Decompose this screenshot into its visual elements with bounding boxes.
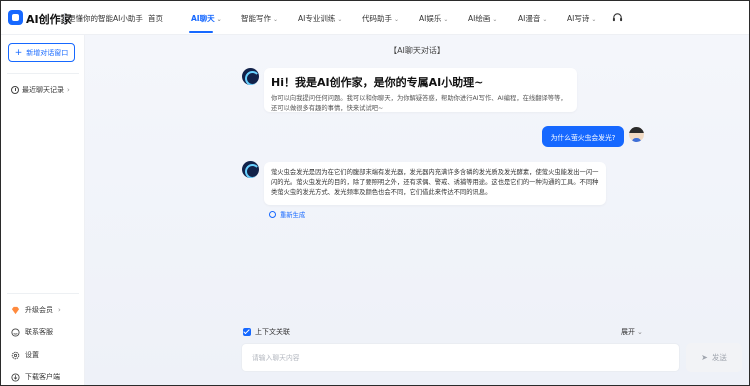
sidebar-item-label: 联系客服 [25, 328, 53, 336]
refresh-icon [269, 211, 276, 218]
expand-toggle[interactable]: 展开 ⌄ [621, 327, 643, 337]
headset-icon[interactable] [612, 12, 623, 23]
greeting-title: Hi！我是AI创作家，是你的专属AI小助理~ [271, 76, 484, 89]
user-message: 为什么萤火虫会发光? [542, 126, 624, 147]
nav-item-ai-training[interactable]: AI专业训练 ⌄ [298, 13, 342, 24]
logo-icon [8, 10, 23, 25]
chevron-down-icon: ⌄ [591, 16, 597, 23]
top-nav-bar: AI创作家 更懂你的智能AI小助手 首页 AI聊天 ⌄ 智能写作 ⌄ AI专业训练 ⌄… [1, 1, 749, 35]
sidebar-item-label: 设置 [25, 351, 39, 359]
context-toggle[interactable]: 上下文关联 [243, 327, 290, 337]
chevron-down-icon: ⌄ [443, 16, 449, 23]
sidebar-item-download[interactable]: 下载客户端 [11, 372, 60, 382]
chevron-down-icon: ⌄ [492, 16, 498, 23]
chevron-down-icon: ⌄ [542, 16, 548, 23]
recent-chats-label: 最近聊天记录 [22, 86, 64, 94]
nav-item-ai-poetry[interactable]: AI写诗 ⌄ [567, 13, 596, 24]
plus-icon: + [14, 47, 23, 58]
app-window: AI创作家 更懂你的智能AI小助手 首页 AI聊天 ⌄ 智能写作 ⌄ AI专业训练 ⌄… [0, 0, 750, 386]
greeting-message: Hi！我是AI创作家，是你的专属AI小助理~ 你可以向我提问任何问题。我可以和你… [264, 68, 577, 112]
sidebar-item-settings[interactable]: 设置 [11, 350, 39, 360]
expand-label: 展开 [621, 328, 635, 336]
sidebar-item-support[interactable]: 联系客服 [11, 327, 53, 337]
chevron-down-icon: ⌄ [216, 16, 222, 23]
chat-input-container [241, 343, 680, 372]
nav-item-smart-writing[interactable]: 智能写作 ⌄ [241, 13, 278, 24]
clock-icon [11, 86, 19, 94]
recent-chats-toggle[interactable]: 最近聊天记录 › [11, 85, 70, 95]
download-icon [11, 372, 20, 382]
chevron-right-icon: › [67, 86, 70, 94]
send-label: 发送 [711, 353, 727, 362]
logo-divider [64, 13, 65, 23]
send-icon: ➤ [701, 353, 708, 362]
sidebar-item-label: 升级会员 [25, 306, 53, 314]
answer-message: 萤火虫会发光是因为在它们的腹部末端有发光器，发光器内充满许多含磷的发光质及发光酵… [264, 162, 606, 205]
nav-item-ai-painting[interactable]: AI绘画 ⌄ [468, 13, 497, 24]
chat-input[interactable] [242, 344, 542, 371]
chevron-down-icon: ⌄ [394, 16, 400, 23]
nav-item-ai-manyin[interactable]: AI漫音 ⌄ [518, 13, 547, 24]
chevron-down-icon: ⌄ [637, 328, 643, 336]
sidebar-divider [7, 293, 79, 294]
nav-item-home[interactable]: 首页 [148, 13, 163, 24]
gear-icon [11, 351, 20, 359]
active-tab-indicator [189, 31, 213, 33]
chevron-down-icon: ⌄ [273, 16, 279, 23]
regenerate-label: 重新生成 [280, 212, 306, 219]
bot-avatar [242, 161, 259, 178]
chat-title: 【AI聊天对话】 [389, 46, 445, 55]
greeting-body: 你可以向我提问任何问题。我可以和你聊天，为你解疑答惑，帮助你进行AI写作、AI编… [271, 95, 567, 112]
user-avatar [629, 127, 644, 142]
context-label: 上下文关联 [255, 328, 290, 336]
service-icon [11, 327, 20, 337]
context-checkbox[interactable] [243, 328, 251, 336]
chevron-down-icon: ⌄ [337, 16, 343, 23]
new-chat-label: 新增对话窗口 [26, 48, 69, 57]
nav-item-ai-entertainment[interactable]: AI娱乐 ⌄ [419, 13, 448, 24]
sidebar-item-label: 下载客户端 [25, 373, 60, 381]
bot-avatar [242, 68, 259, 85]
nav-item-code-assistant[interactable]: 代码助手 ⌄ [362, 13, 399, 24]
brand-slogan: 更懂你的智能AI小助手 [68, 14, 143, 23]
regenerate-button[interactable]: 重新生成 [269, 210, 305, 219]
answer-text: 萤火虫会发光是因为在它们的腹部末端有发光器，发光器内充满许多含磷的发光质及发光酵… [271, 169, 599, 196]
chat-area: 【AI聊天对话】 Hi！我是AI创作家，是你的专属AI小助理~ 你可以向我提问任… [85, 35, 749, 385]
new-chat-button[interactable]: + 新增对话窗口 [8, 43, 75, 62]
sidebar: + 新增对话窗口 最近聊天记录 › 升级会员 › 联系客服 设置 下载客户端 [1, 35, 85, 385]
chevron-right-icon: › [58, 306, 61, 314]
send-button[interactable]: ➤ 发送 [686, 343, 742, 372]
diamond-icon [11, 306, 20, 314]
sidebar-item-upgrade[interactable]: 升级会员 › [11, 305, 61, 315]
nav-item-ai-chat[interactable]: AI聊天 ⌄ [191, 13, 222, 24]
sidebar-divider [7, 73, 79, 74]
